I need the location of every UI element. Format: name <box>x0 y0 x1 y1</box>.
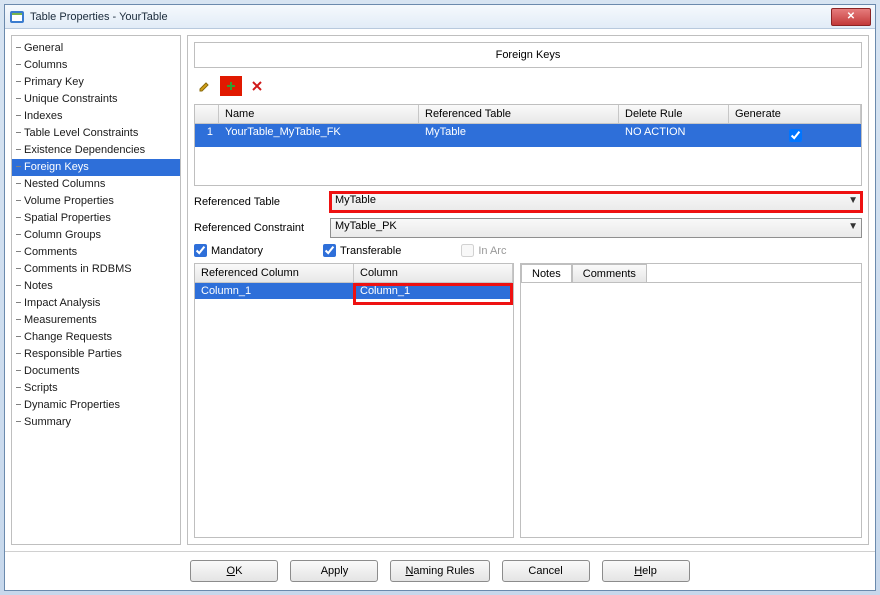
fk-row-name: YourTable_MyTable_FK <box>219 124 419 147</box>
dialog-footer: OK Apply Naming Rules Cancel Help <box>5 551 875 590</box>
edit-icon[interactable] <box>194 76 216 96</box>
nav-volume-properties[interactable]: Volume Properties <box>12 193 180 210</box>
fk-row-reftable: MyTable <box>419 124 619 147</box>
notes-comments-tabs: Notes Comments <box>520 263 862 538</box>
grid-header-reftable[interactable]: Referenced Table <box>419 105 619 123</box>
naming-rules-button[interactable]: Naming Rules <box>390 560 489 582</box>
mandatory-checkbox[interactable]: Mandatory <box>194 244 263 257</box>
nav-table-level-constraints[interactable]: Table Level Constraints <box>12 125 180 142</box>
nav-nested-columns[interactable]: Nested Columns <box>12 176 180 193</box>
nav-columns[interactable]: Columns <box>12 57 180 74</box>
close-button[interactable]: ✕ <box>831 8 871 26</box>
chevron-down-icon: ▼ <box>848 195 858 206</box>
fk-row-generate[interactable] <box>729 124 861 147</box>
nav-indexes[interactable]: Indexes <box>12 108 180 125</box>
nav-change-requests[interactable]: Change Requests <box>12 329 180 346</box>
grid-header-deleterule[interactable]: Delete Rule <box>619 105 729 123</box>
fk-row-deleterule: NO ACTION <box>619 124 729 147</box>
nav-existence-dependencies[interactable]: Existence Dependencies <box>12 142 180 159</box>
delete-icon[interactable] <box>246 76 268 96</box>
nav-comments[interactable]: Comments <box>12 244 180 261</box>
table-properties-dialog: Table Properties - YourTable ✕ General C… <box>4 4 876 591</box>
cancel-button[interactable]: Cancel <box>502 560 590 582</box>
referenced-table-combo[interactable]: MyTable ▼ <box>330 192 862 212</box>
fk-toolbar <box>194 74 862 98</box>
colgrid-header-refcol[interactable]: Referenced Column <box>195 264 354 282</box>
referenced-table-label: Referenced Table <box>194 196 324 208</box>
nav-responsible-parties[interactable]: Responsible Parties <box>12 346 180 363</box>
notes-textarea[interactable] <box>521 282 861 537</box>
fk-row[interactable]: 1 YourTable_MyTable_FK MyTable NO ACTION <box>195 124 861 147</box>
grid-header-name[interactable]: Name <box>219 105 419 123</box>
tab-notes[interactable]: Notes <box>521 264 572 283</box>
help-button[interactable]: Help <box>602 560 690 582</box>
nav-scripts[interactable]: Scripts <box>12 380 180 397</box>
in-arc-checkbox: In Arc <box>461 244 506 257</box>
nav-dynamic-properties[interactable]: Dynamic Properties <box>12 397 180 414</box>
fk-grid[interactable]: Name Referenced Table Delete Rule Genera… <box>194 104 862 186</box>
colgrid-row[interactable]: Column_1 Column_1 <box>195 283 513 299</box>
nav-documents[interactable]: Documents <box>12 363 180 380</box>
colgrid-row-col: Column_1 <box>354 283 513 299</box>
content-pane: Foreign Keys Name Referenced Table Delet… <box>187 35 869 545</box>
colgrid-header-col[interactable]: Column <box>354 264 513 282</box>
referenced-constraint-label: Referenced Constraint <box>194 222 324 234</box>
grid-header-generate[interactable]: Generate <box>729 105 861 123</box>
nav-comments-rdbms[interactable]: Comments in RDBMS <box>12 261 180 278</box>
transferable-checkbox[interactable]: Transferable <box>323 244 401 257</box>
nav-spatial-properties[interactable]: Spatial Properties <box>12 210 180 227</box>
columns-grid[interactable]: Referenced Column Column Column_1 Column… <box>194 263 514 538</box>
fk-row-num: 1 <box>195 124 219 147</box>
window-title: Table Properties - YourTable <box>30 11 831 23</box>
referenced-table-value: MyTable <box>335 194 376 206</box>
tab-comments[interactable]: Comments <box>572 264 647 283</box>
nav-unique-constraints[interactable]: Unique Constraints <box>12 91 180 108</box>
grid-header-num[interactable] <box>195 105 219 123</box>
nav-primary-key[interactable]: Primary Key <box>12 74 180 91</box>
add-icon[interactable] <box>220 76 242 96</box>
category-nav[interactable]: General Columns Primary Key Unique Const… <box>11 35 181 545</box>
referenced-constraint-value: MyTable_PK <box>335 220 397 232</box>
titlebar: Table Properties - YourTable ✕ <box>5 5 875 29</box>
nav-notes[interactable]: Notes <box>12 278 180 295</box>
nav-foreign-keys[interactable]: Foreign Keys <box>12 159 180 176</box>
nav-column-groups[interactable]: Column Groups <box>12 227 180 244</box>
generate-checkbox[interactable] <box>789 129 802 142</box>
app-icon <box>9 9 25 25</box>
apply-button[interactable]: Apply <box>290 560 378 582</box>
chevron-down-icon: ▼ <box>848 221 858 232</box>
nav-general[interactable]: General <box>12 40 180 57</box>
nav-summary[interactable]: Summary <box>12 414 180 431</box>
referenced-constraint-combo[interactable]: MyTable_PK ▼ <box>330 218 862 238</box>
nav-impact-analysis[interactable]: Impact Analysis <box>12 295 180 312</box>
nav-measurements[interactable]: Measurements <box>12 312 180 329</box>
colgrid-row-refcol: Column_1 <box>195 283 354 299</box>
ok-button[interactable]: OK <box>190 560 278 582</box>
panel-title: Foreign Keys <box>194 42 862 68</box>
